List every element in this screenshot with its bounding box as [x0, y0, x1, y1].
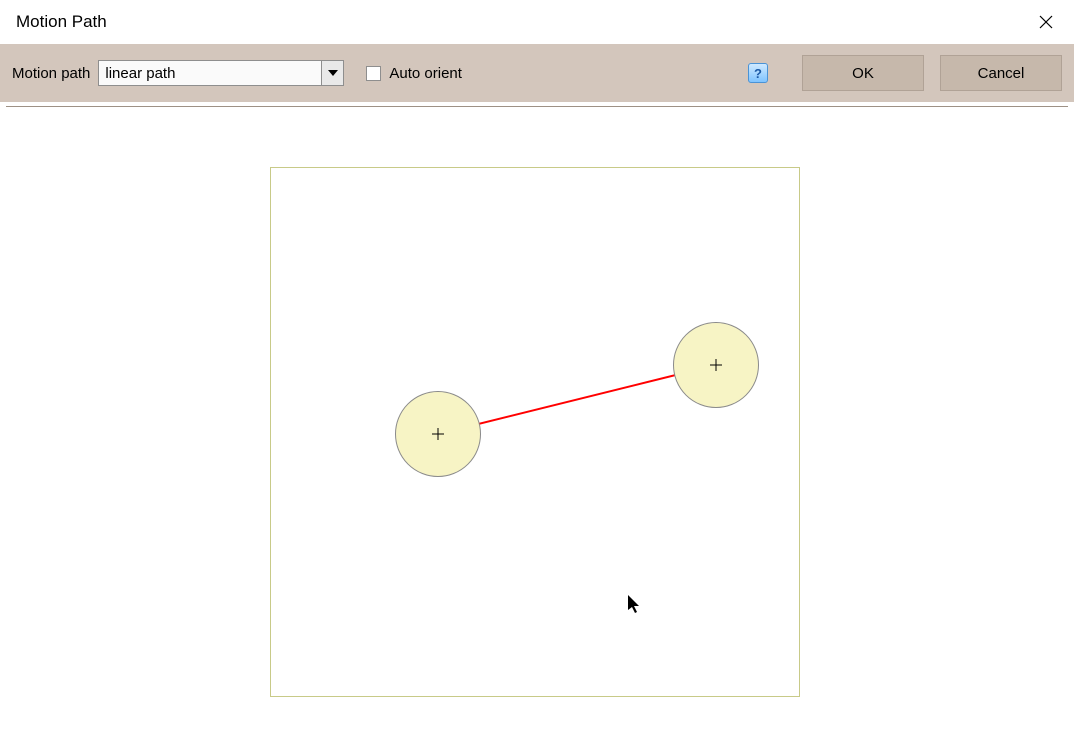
canvas-area[interactable] [6, 106, 1068, 750]
close-icon [1039, 15, 1053, 29]
motion-node-end[interactable] [673, 322, 759, 408]
dropdown-value: linear path [105, 65, 337, 82]
auto-orient-checkbox[interactable]: Auto orient [366, 65, 462, 82]
auto-orient-label: Auto orient [389, 65, 462, 82]
checkbox-box [366, 66, 381, 81]
chevron-down-icon [328, 70, 338, 76]
title-bar: Motion Path [0, 0, 1074, 44]
help-icon: ? [754, 66, 762, 81]
motion-path-line[interactable] [6, 107, 1068, 750]
help-button[interactable]: ? [748, 63, 768, 83]
toolbar: Motion path linear path Auto orient ? OK… [0, 44, 1074, 102]
dropdown-arrow-button[interactable] [321, 61, 343, 85]
dialog-title: Motion Path [16, 12, 107, 32]
motion-node-start[interactable] [395, 391, 481, 477]
ok-button[interactable]: OK [802, 55, 924, 91]
cancel-button[interactable]: Cancel [940, 55, 1062, 91]
motion-path-label: Motion path [12, 65, 90, 82]
close-button[interactable] [1034, 10, 1058, 34]
motion-path-dropdown[interactable]: linear path [98, 60, 344, 86]
